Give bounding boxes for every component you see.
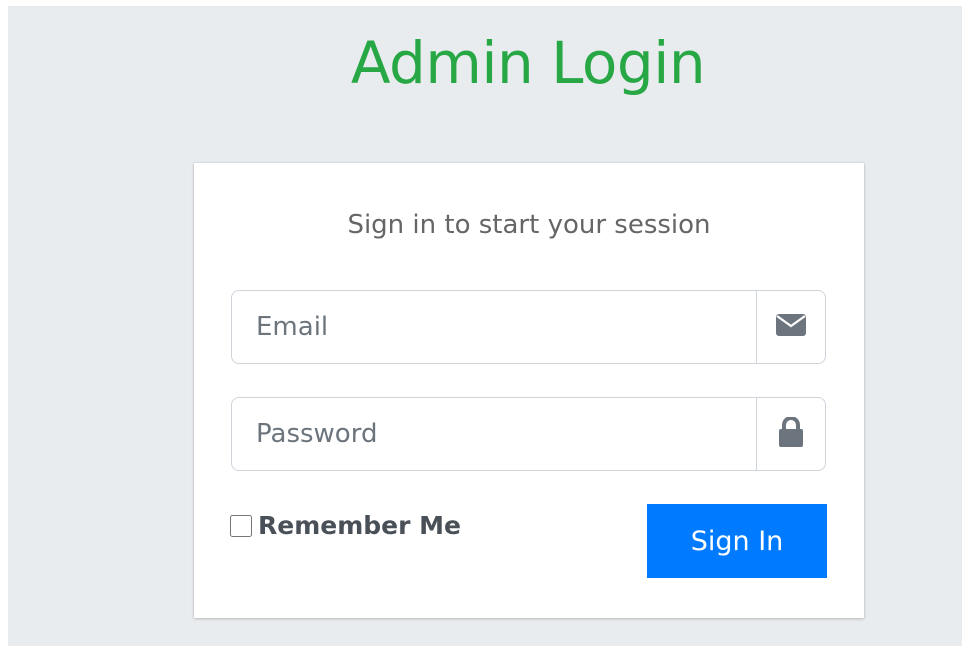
password-addon xyxy=(756,397,826,471)
remember-me: Remember Me xyxy=(230,511,461,540)
login-card: Sign in to start your session Email Reme… xyxy=(194,163,864,618)
sign-in-button[interactable]: Sign In xyxy=(647,504,827,578)
envelope-icon xyxy=(776,314,806,340)
email-addon xyxy=(756,290,826,364)
email-input-group xyxy=(231,290,826,364)
email-input[interactable] xyxy=(231,290,756,364)
page-background: Admin Login Sign in to start your sessio… xyxy=(8,6,962,646)
lock-icon xyxy=(779,416,803,451)
login-subtitle: Sign in to start your session xyxy=(347,210,711,240)
password-input-group xyxy=(231,397,826,471)
remember-me-checkbox[interactable] xyxy=(230,514,252,537)
password-input[interactable] xyxy=(231,397,756,471)
page-title: Admin Login xyxy=(350,29,706,97)
remember-me-label[interactable]: Remember Me xyxy=(258,511,461,540)
